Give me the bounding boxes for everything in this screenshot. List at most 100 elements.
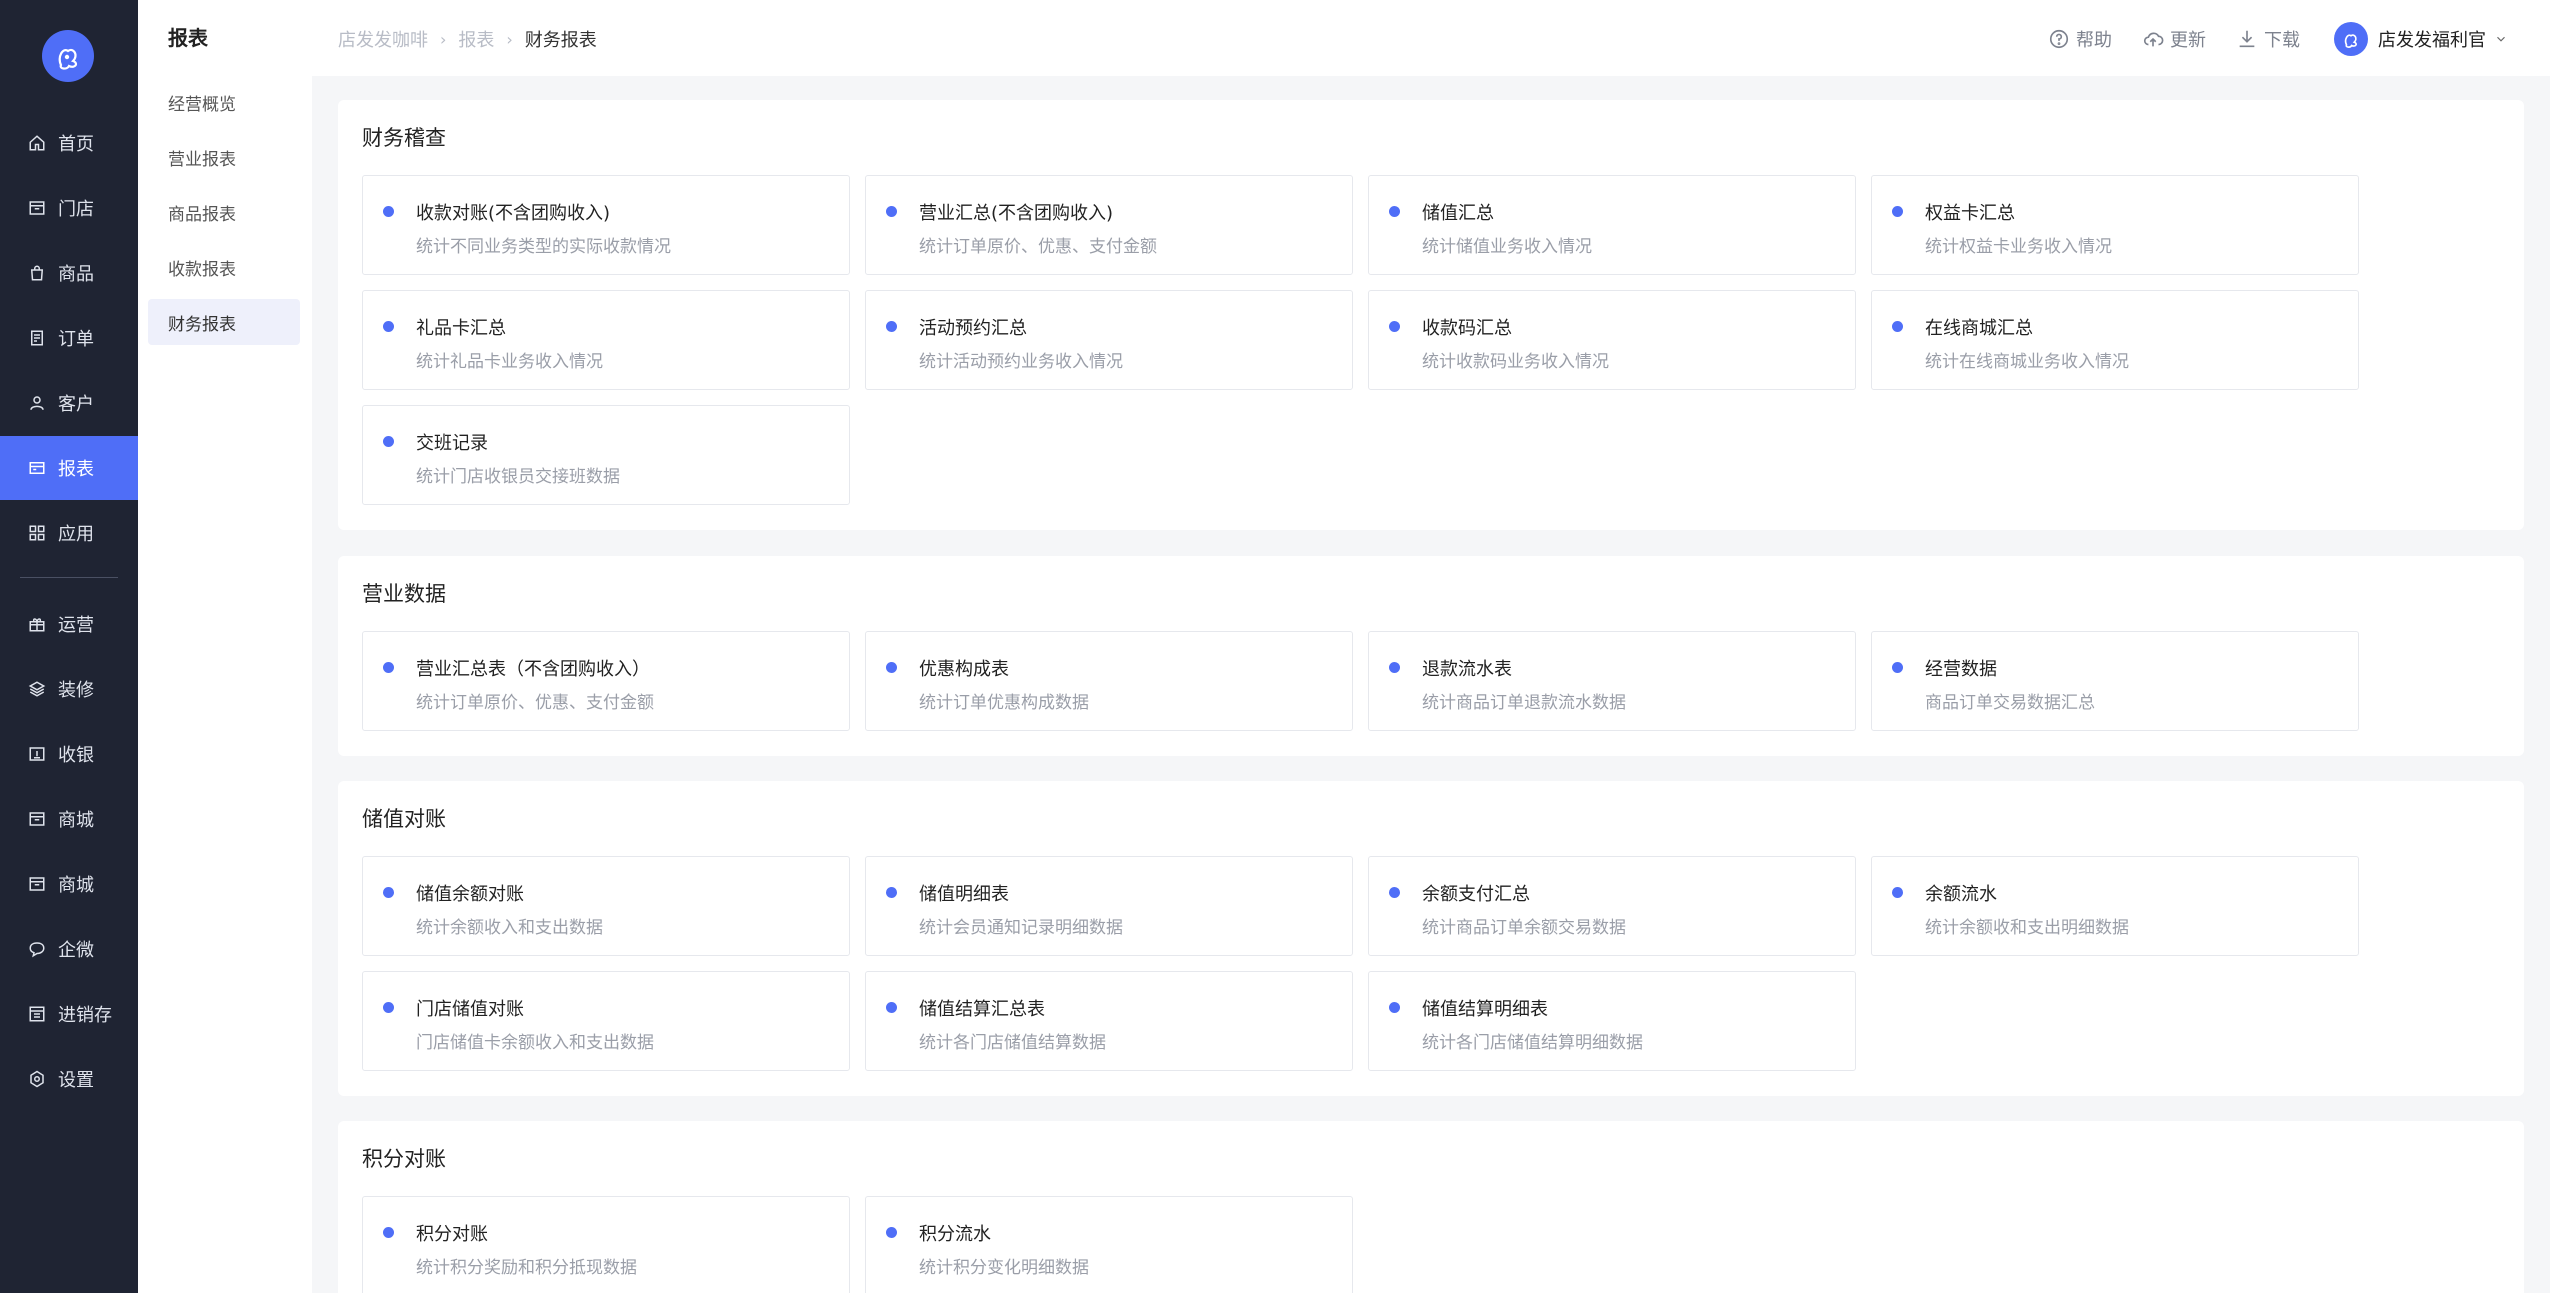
sidebar-item-mall[interactable]: 商城: [0, 787, 138, 851]
chevron-down-icon: [2497, 36, 2505, 42]
report-card[interactable]: 余额流水 统计余额收和支出明细数据: [1871, 856, 2359, 956]
card-title: 积分对账: [416, 1224, 488, 1245]
bullet-dot: [383, 887, 394, 898]
card-desc: 统计积分奖励和积分抵现数据: [416, 1258, 637, 1278]
report-card[interactable]: 储值汇总 统计储值业务收入情况: [1368, 175, 1856, 275]
card-desc: 统计商品订单退款流水数据: [1422, 693, 1626, 713]
settings-icon: [28, 1070, 46, 1088]
card-desc: 统计会员通知记录明细数据: [919, 918, 1123, 938]
submenu-item-business[interactable]: 营业报表: [148, 134, 300, 180]
card-desc: 门店储值卡余额收入和支出数据: [416, 1033, 654, 1053]
report-card[interactable]: 权益卡汇总 统计权益卡业务收入情况: [1871, 175, 2359, 275]
update-button[interactable]: 更新: [2142, 26, 2206, 52]
report-card[interactable]: 收款对账(不含团购收入) 统计不同业务类型的实际收款情况: [362, 175, 850, 275]
report-card[interactable]: 交班记录 统计门店收银员交接班数据: [362, 405, 850, 505]
top-actions: 帮助 更新 下载 店发发福利官: [2018, 22, 2508, 56]
section-title: 积分对账: [362, 1147, 446, 1171]
report-submenu: 报表 经营概览 营业报表 商品报表 收款报表 财务报表: [138, 0, 312, 1293]
report-card[interactable]: 活动预约汇总 统计活动预约业务收入情况: [865, 290, 1353, 390]
card-desc: 统计订单优惠构成数据: [919, 693, 1089, 713]
card-desc: 统计不同业务类型的实际收款情况: [416, 237, 671, 257]
card-desc: 统计余额收入和支出数据: [416, 918, 603, 938]
sidebar-item-goods[interactable]: 商品: [0, 241, 138, 305]
report-card[interactable]: 退款流水表统计商品订单退款流水数据: [1368, 631, 1856, 731]
report-card[interactable]: 在线商城汇总 统计在线商城业务收入情况: [1871, 290, 2359, 390]
bullet-dot: [383, 1227, 394, 1238]
report-card[interactable]: 经营数据 商品订单交易数据汇总: [1871, 631, 2359, 731]
card-title: 退款流水表: [1422, 659, 1512, 680]
card-desc: 统计各门店储值结算明细数据: [1422, 1033, 1643, 1053]
card-title: 储值结算汇总表: [919, 999, 1045, 1020]
report-card[interactable]: 积分流水 统计积分变化明细数据: [865, 1196, 1353, 1293]
card-title: 权益卡汇总: [1925, 203, 2015, 224]
store-icon: [28, 199, 46, 217]
layers-icon: [28, 680, 46, 698]
report-card[interactable]: 储值余额对账 统计余额收入和支出数据: [362, 856, 850, 956]
report-card[interactable]: 营业汇总表（不含团购收入） 统计订单原价、优惠、支付金额: [362, 631, 850, 731]
report-card[interactable]: 储值结算明细表 统计各门店储值结算明细数据: [1368, 971, 1856, 1071]
bullet-dot: [1892, 321, 1903, 332]
sidebar-item-label: 门店: [58, 199, 94, 220]
sidebar-item-store[interactable]: 门店: [0, 176, 138, 240]
breadcrumb-reports[interactable]: 报表: [458, 26, 494, 52]
card-title: 收款码汇总: [1422, 318, 1512, 339]
card-desc: 统计收款码业务收入情况: [1422, 352, 1609, 372]
report-card[interactable]: 积分对账统计积分奖励和积分抵现数据: [362, 1196, 850, 1293]
bullet-dot: [1389, 1002, 1400, 1013]
bullet-dot: [1389, 887, 1400, 898]
help-icon: [2049, 29, 2069, 49]
card-title: 经营数据: [1925, 659, 1997, 680]
submenu-item-overview[interactable]: 经营概览: [148, 79, 300, 125]
card-title: 余额支付汇总: [1422, 884, 1530, 905]
sidebar-item-inventory[interactable]: 进销存: [0, 982, 138, 1046]
card-desc: 统计商品订单余额交易数据: [1422, 918, 1626, 938]
report-card[interactable]: 优惠构成表 统计订单优惠构成数据: [865, 631, 1353, 731]
download-button[interactable]: 下载: [2236, 26, 2300, 52]
sidebar-item-settings[interactable]: 设置: [0, 1047, 138, 1111]
logo-icon: [2344, 34, 2357, 48]
sidebar-item-label: 商城: [58, 810, 94, 831]
app-logo[interactable]: [42, 30, 94, 82]
submenu-title: 报表: [168, 26, 208, 50]
report-card[interactable]: 营业汇总(不含团购收入) 统计订单原价、优惠、支付金额: [865, 175, 1353, 275]
sidebar-item-operations[interactable]: 运营: [0, 592, 138, 656]
card-desc: 统计门店收银员交接班数据: [416, 467, 620, 487]
report-card[interactable]: 储值明细表 统计会员通知记录明细数据: [865, 856, 1353, 956]
sidebar-item-apps[interactable]: 应用: [0, 501, 138, 565]
user-menu[interactable]: 店发发福利官: [2334, 22, 2508, 56]
submenu-item-payment[interactable]: 收款报表: [148, 244, 300, 290]
card-title: 门店储值对账: [416, 999, 524, 1020]
submenu-item-goods[interactable]: 商品报表: [148, 189, 300, 235]
breadcrumb-current: 财务报表: [524, 30, 597, 51]
bullet-dot: [1389, 662, 1400, 673]
section-title: 营业数据: [362, 582, 446, 606]
breadcrumb-root[interactable]: 店发发咖啡: [338, 26, 428, 52]
section-business-data: 营业数据 营业汇总表（不含团购收入） 统计订单原价、优惠、支付金额 优惠构成表 统计…: [338, 556, 2524, 756]
sidebar-item-customers[interactable]: 客户: [0, 371, 138, 435]
sidebar-item-cashier[interactable]: 收银: [0, 722, 138, 786]
order-icon: [28, 329, 46, 347]
sidebar-item-home[interactable]: 首页: [0, 111, 138, 175]
card-title: 在线商城汇总: [1925, 318, 2033, 339]
report-card[interactable]: 礼品卡汇总 统计礼品卡业务收入情况: [362, 290, 850, 390]
card-title: 活动预约汇总: [919, 318, 1027, 339]
logo-icon: [58, 48, 78, 70]
sidebar-item-label: 收银: [58, 745, 94, 766]
report-card[interactable]: 收款码汇总统计收款码业务收入情况: [1368, 290, 1856, 390]
report-card[interactable]: 储值结算汇总表 统计各门店储值结算数据: [865, 971, 1353, 1071]
sidebar-item-decoration[interactable]: 装修: [0, 657, 138, 721]
report-card[interactable]: 门店储值对账门店储值卡余额收入和支出数据: [362, 971, 850, 1071]
sidebar-item-orders[interactable]: 订单: [0, 306, 138, 370]
help-button[interactable]: 帮助: [2048, 26, 2112, 52]
submenu-item-finance[interactable]: 财务报表: [148, 299, 300, 345]
bullet-dot: [383, 436, 394, 447]
sidebar-item-wecom[interactable]: 企微: [0, 917, 138, 981]
bullet-dot: [383, 1002, 394, 1013]
section-points: 积分对账 积分对账统计积分奖励和积分抵现数据 积分流水 统计积分变化明细数据: [338, 1121, 2524, 1293]
sidebar-item-mall-2[interactable]: 商城: [0, 852, 138, 916]
bullet-dot: [383, 206, 394, 217]
sidebar-item-reports[interactable]: 报表: [0, 436, 138, 500]
report-card[interactable]: 余额支付汇总统计商品订单余额交易数据: [1368, 856, 1856, 956]
sidebar-item-label: 运营: [58, 615, 94, 636]
bullet-dot: [1892, 206, 1903, 217]
